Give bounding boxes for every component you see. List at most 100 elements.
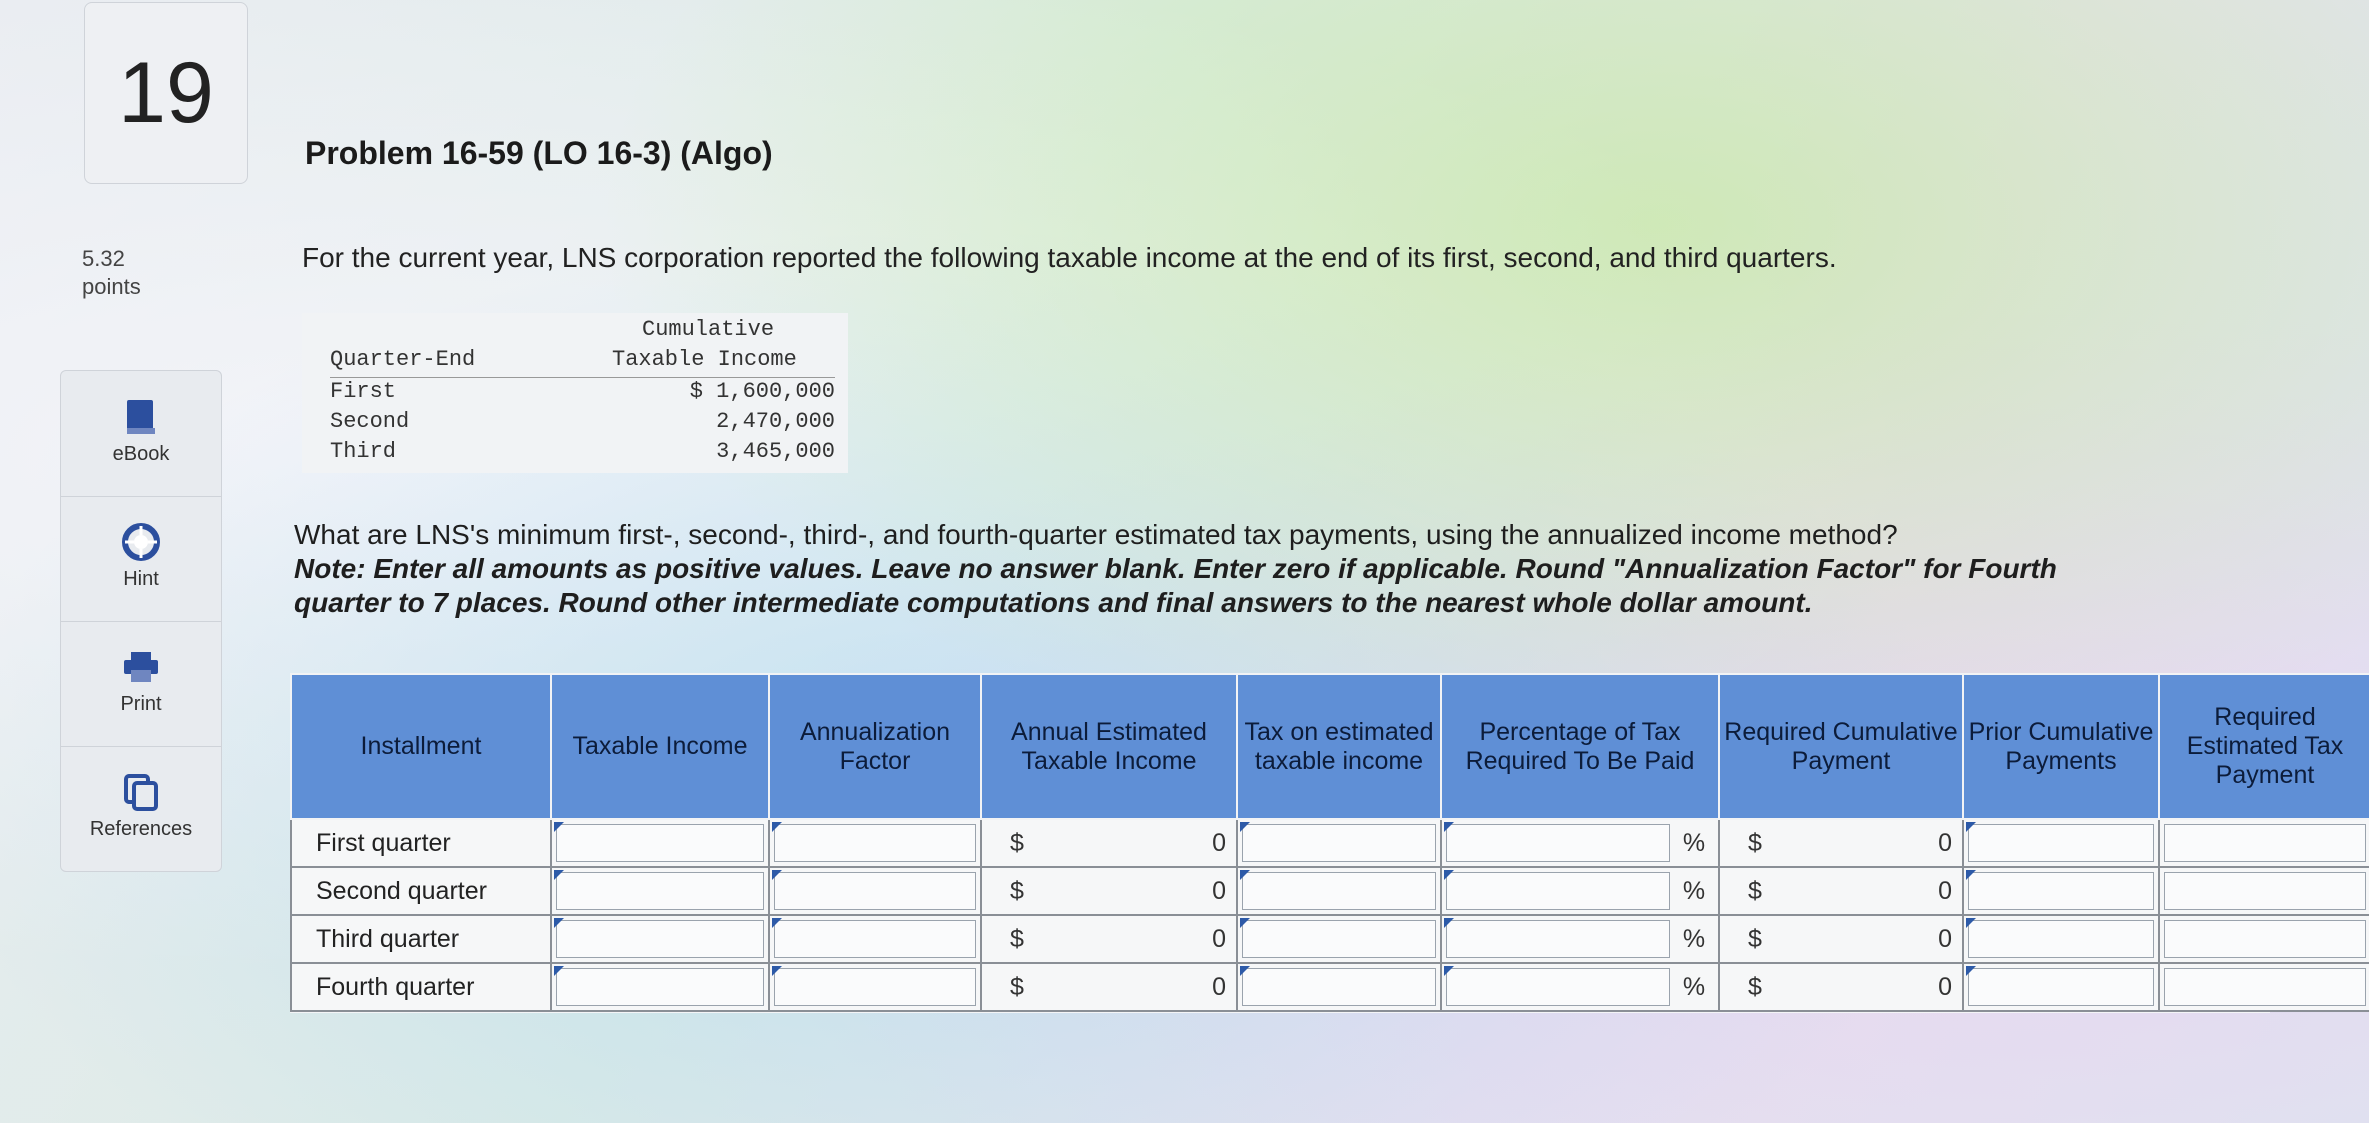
percentage-cell: % <box>1440 818 1720 868</box>
installment-label: Third quarter <box>290 914 552 964</box>
annualization-factor-input[interactable] <box>774 872 976 910</box>
percentage-input[interactable] <box>1446 920 1670 958</box>
column-header: Required Cumulative Payment <box>1718 673 1964 820</box>
book-icon <box>121 397 161 437</box>
currency-symbol: $ <box>1010 972 1024 1001</box>
input-marker <box>1444 822 1454 832</box>
input-marker <box>554 966 564 976</box>
percentage-cell: % <box>1440 866 1720 916</box>
percentage-cell: % <box>1440 914 1720 964</box>
percent-symbol: % <box>1682 877 1706 905</box>
input-marker <box>554 918 564 928</box>
tax-estimated-cell <box>1236 866 1442 916</box>
taxable-income-cell <box>550 866 770 916</box>
sidebar-item-print[interactable]: Print <box>61 621 221 746</box>
input-marker <box>1966 822 1976 832</box>
taxable-income-input[interactable] <box>556 872 764 910</box>
table-row: First quarter $0 % $0 <box>290 818 2369 868</box>
required-estimated-cell <box>2158 866 2369 916</box>
question-note: Note: Enter all amounts as positive valu… <box>294 553 2057 618</box>
sidebar-item-label: References <box>89 818 193 840</box>
required-estimated-input[interactable] <box>2164 824 2366 862</box>
problem-intro: For the current year, LNS corporation re… <box>302 242 1837 273</box>
tax-estimated-input[interactable] <box>1242 872 1436 910</box>
required-cumulative-cell: $0 <box>1718 962 1964 1012</box>
prior-cumulative-cell <box>1962 914 2160 964</box>
lifebuoy-icon <box>121 522 161 562</box>
input-marker <box>554 822 564 832</box>
computed-value: 0 <box>1938 924 1952 953</box>
prior-cumulative-input[interactable] <box>1968 872 2154 910</box>
copy-icon <box>121 772 161 812</box>
tax-estimated-cell <box>1236 962 1442 1012</box>
tax-estimated-input[interactable] <box>1242 824 1436 862</box>
percentage-cell: % <box>1440 962 1720 1012</box>
annualization-factor-cell <box>768 818 982 868</box>
required-estimated-input[interactable] <box>2164 968 2366 1006</box>
prior-cumulative-cell <box>1962 962 2160 1012</box>
answer-table: Installment Taxable Income Annualization… <box>290 673 2369 1013</box>
annualization-factor-input[interactable] <box>774 968 976 1006</box>
input-marker <box>1444 870 1454 880</box>
annualization-factor-input[interactable] <box>774 920 976 958</box>
computed-value: 0 <box>1212 924 1226 953</box>
points-label: points <box>82 274 141 299</box>
percentage-input[interactable] <box>1446 872 1670 910</box>
taxable-income-input[interactable] <box>556 824 764 862</box>
input-marker <box>1444 966 1454 976</box>
currency-symbol: $ <box>1010 828 1024 857</box>
required-estimated-input[interactable] <box>2164 872 2366 910</box>
computed-value: 0 <box>1938 828 1952 857</box>
percentage-input[interactable] <box>1446 824 1670 862</box>
taxable-income-input[interactable] <box>556 920 764 958</box>
column-header: Quarter-End <box>330 347 476 372</box>
input-marker <box>1966 918 1976 928</box>
installment-label: Second quarter <box>290 866 552 916</box>
sidebar-item-ebook[interactable]: eBook <box>61 371 221 496</box>
tax-estimated-input[interactable] <box>1242 968 1436 1006</box>
required-cumulative-cell: $0 <box>1718 914 1964 964</box>
prior-cumulative-input[interactable] <box>1968 920 2154 958</box>
annualization-factor-input[interactable] <box>774 824 976 862</box>
points-value: 5.32 <box>82 246 125 271</box>
income-value: 3,465,000 <box>716 439 835 464</box>
header-rule <box>330 377 835 378</box>
annualization-factor-cell <box>768 962 982 1012</box>
sidebar-item-label: Print <box>120 693 162 715</box>
computed-value: 0 <box>1212 828 1226 857</box>
sidebar-item-hint[interactable]: Hint <box>61 496 221 621</box>
required-estimated-cell <box>2158 818 2369 868</box>
prior-cumulative-input[interactable] <box>1968 824 2154 862</box>
points-indicator: 5.32 points <box>82 245 141 301</box>
installment-label: Fourth quarter <box>290 962 552 1012</box>
input-marker <box>1444 918 1454 928</box>
currency-symbol: $ <box>1748 876 1762 905</box>
income-value: 2,470,000 <box>716 409 835 434</box>
input-marker <box>772 870 782 880</box>
prior-cumulative-input[interactable] <box>1968 968 2154 1006</box>
prior-cumulative-cell <box>1962 818 2160 868</box>
input-marker <box>772 918 782 928</box>
printer-icon <box>121 647 161 687</box>
column-header: Installment <box>290 673 552 820</box>
required-cumulative-cell: $0 <box>1718 818 1964 868</box>
percent-symbol: % <box>1682 829 1706 857</box>
annualization-factor-cell <box>768 914 982 964</box>
column-header: Annual Estimated Taxable Income <box>980 673 1238 820</box>
computed-value: 0 <box>1938 876 1952 905</box>
annual-estimated-cell: $0 <box>980 818 1238 868</box>
quarter-label: First <box>330 379 397 404</box>
percentage-input[interactable] <box>1446 968 1670 1006</box>
computed-value: 0 <box>1212 972 1226 1001</box>
column-header: Tax on estimated taxable income <box>1236 673 1442 820</box>
required-estimated-input[interactable] <box>2164 920 2366 958</box>
question-number: 19 <box>84 2 248 184</box>
tax-estimated-input[interactable] <box>1242 920 1436 958</box>
question-text: What are LNS's minimum first-, second-, … <box>294 518 2144 620</box>
input-marker <box>554 870 564 880</box>
sidebar-item-references[interactable]: References <box>61 746 221 871</box>
taxable-income-input[interactable] <box>556 968 764 1006</box>
column-header: Taxable Income <box>550 673 770 820</box>
currency-symbol: $ <box>1748 972 1762 1001</box>
currency-symbol: $ <box>1010 924 1024 953</box>
